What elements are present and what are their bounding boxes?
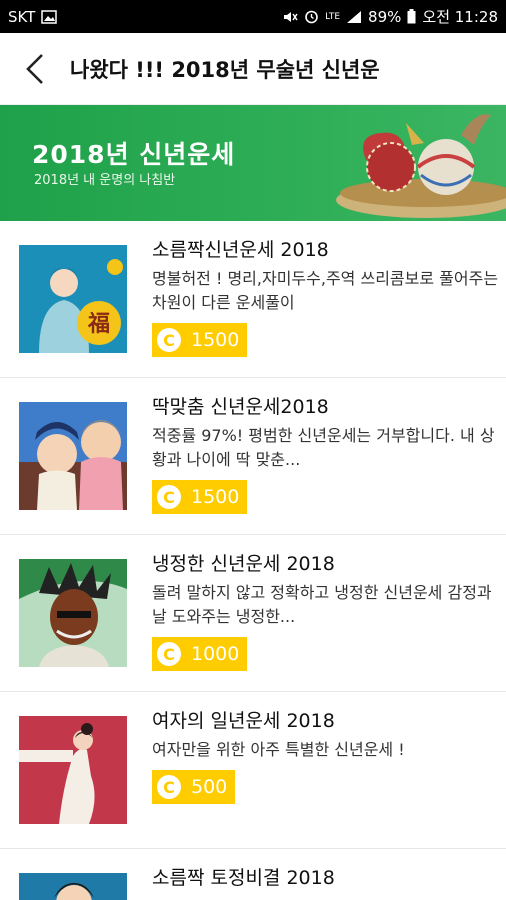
battery-icon [407, 9, 416, 24]
item-thumbnail [19, 873, 127, 900]
price-badge[interactable]: C 1500 [152, 480, 248, 514]
coin-icon: C [157, 328, 181, 352]
page-title: 나왔다 !!! 2018년 무술년 신년운 [70, 57, 380, 82]
back-button[interactable] [0, 33, 70, 105]
status-bar: SKT LTE 89% 오전 11:28 [0, 0, 506, 33]
banner-subtitle: 2018년 내 운명의 나침반 [34, 173, 176, 188]
item-thumbnail [19, 559, 127, 667]
price-badge[interactable]: C 1500 [152, 323, 248, 357]
price-badge[interactable]: C 1000 [152, 637, 248, 671]
coin-icon: C [157, 642, 181, 666]
list-item[interactable]: 냉정한 신년운세 2018 돌려 말하지 않고 정확하고 냉정한 신년운세 감정… [0, 535, 506, 692]
item-thumbnail [19, 716, 127, 824]
item-description: 적중률 97%! 평범한 신년운세는 거부합니다. 내 상황과 나이에 딱 맞춘… [152, 426, 495, 469]
price-amount: 1500 [191, 329, 240, 351]
item-description: 여자만을 위한 아주 특별한 신년운세 ! [152, 740, 405, 759]
clock: 오전 11:28 [422, 8, 498, 26]
svg-text:福: 福 [87, 312, 110, 337]
lucky-pouch-illustration [336, 114, 506, 218]
price-amount: 1000 [191, 643, 240, 665]
coin-icon: C [157, 485, 181, 509]
list-item[interactable]: 딱맞춤 신년운세2018 적중률 97%! 평범한 신년운세는 거부합니다. 내… [0, 378, 506, 535]
item-title: 냉정한 신년운세 2018 [152, 553, 335, 575]
item-thumbnail [19, 402, 127, 510]
item-title: 소름짝신년운세 2018 [152, 239, 329, 261]
price-amount: 1500 [191, 486, 240, 508]
price-badge[interactable]: C 500 [152, 770, 236, 804]
list-item[interactable]: 소름짝 토정비결 2018 [0, 849, 506, 900]
back-arrow-icon [26, 53, 43, 84]
list-item[interactable]: 여자의 일년운세 2018 여자만을 위한 아주 특별한 신년운세 ! C 50… [0, 692, 506, 849]
item-title: 소름짝 토정비결 2018 [152, 867, 335, 889]
item-thumbnail: 福 [19, 245, 127, 353]
fortune-list: 福 소름짝신년운세 2018 명불허전 ! 명리,자미두수,주역 쓰리콤보로 풀… [0, 221, 506, 900]
alarm-icon [304, 9, 319, 24]
carrier-label: SKT [8, 7, 36, 26]
app-bar: 나왔다 !!! 2018년 무술년 신년운 [0, 33, 506, 105]
price-amount: 500 [191, 776, 228, 798]
banner-title: 2018년 신년운세 [32, 140, 236, 169]
signal-icon [346, 10, 362, 24]
mute-icon [282, 10, 298, 24]
coin-icon: C [157, 775, 181, 799]
image-notification-icon [41, 9, 58, 24]
item-description: 돌려 말하지 않고 정확하고 냉정한 신년운세 감정과 날 도와주는 냉정한..… [152, 583, 492, 626]
promo-banner[interactable]: 2018년 신년운세 2018년 내 운명의 나침반 [0, 105, 506, 221]
item-title: 딱맞춤 신년운세2018 [152, 396, 329, 418]
item-description: 명불허전 ! 명리,자미두수,주역 쓰리콤보로 풀어주는 차원이 다른 운세풀이 [152, 269, 499, 312]
battery-percent: 89% [368, 7, 402, 26]
lte-icon: LTE [325, 11, 341, 22]
list-item[interactable]: 福 소름짝신년운세 2018 명불허전 ! 명리,자미두수,주역 쓰리콤보로 풀… [0, 221, 506, 378]
item-title: 여자의 일년운세 2018 [152, 710, 335, 732]
